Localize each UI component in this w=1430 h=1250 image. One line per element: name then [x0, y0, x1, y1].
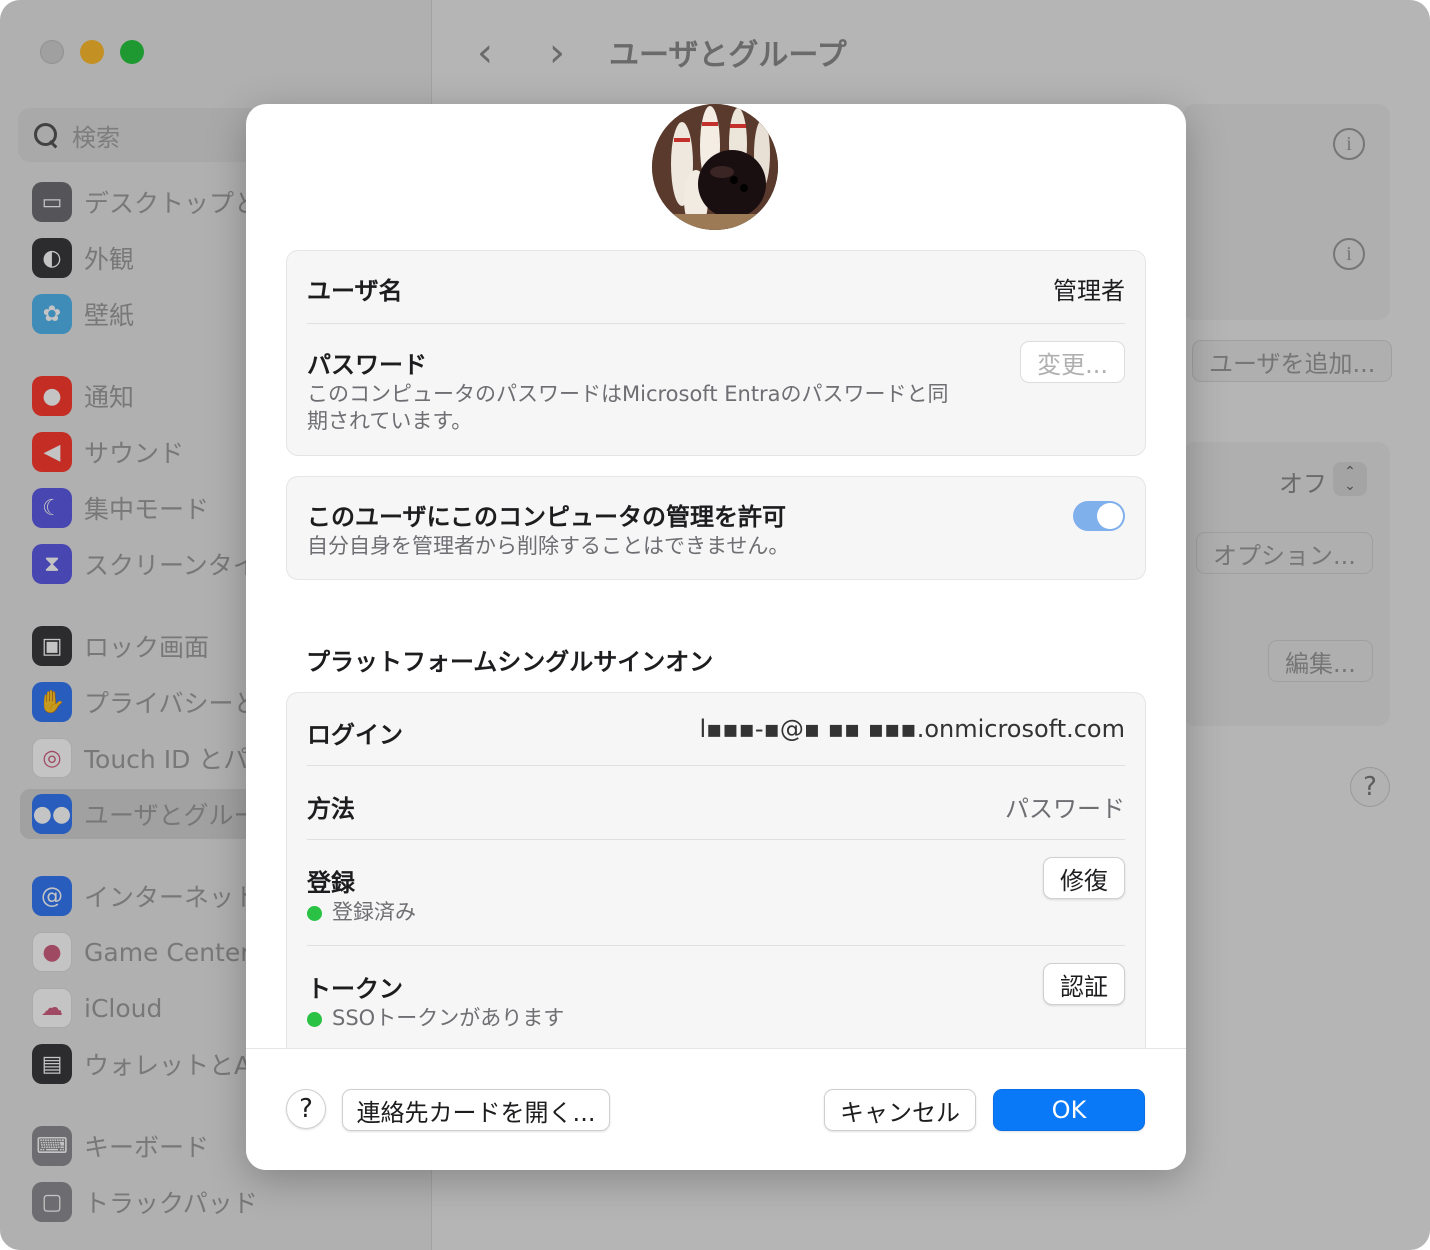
token-status: SSOトークンがあります: [307, 1005, 564, 1032]
user-avatar[interactable]: [652, 104, 778, 230]
cancel-button[interactable]: キャンセル: [824, 1089, 976, 1131]
bowling-picture: [652, 104, 778, 230]
ok-button[interactable]: OK: [993, 1089, 1145, 1131]
divider: [307, 945, 1125, 946]
method-value: パスワード: [1005, 795, 1125, 823]
authenticate-button[interactable]: 認証: [1043, 963, 1125, 1005]
settings-window: 検索 ▭ デスクトップと ◐ 外観 ✿ 壁紙 ● 通知 ◀ サウンド ☾ 集中モード ⧗ スクリーンタイ ▣…: [0, 0, 1430, 1250]
divider: [307, 323, 1125, 324]
repair-button[interactable]: 修復: [1043, 857, 1125, 899]
toggle-knob: [1097, 503, 1123, 529]
token-label: トークン: [307, 975, 403, 1003]
registration-status-text: 登録済み: [332, 900, 416, 924]
admin-card: このユーザにこのコンピュータの管理を許可 自分自身を管理者から削除することはでき…: [286, 476, 1146, 580]
login-value: l▪▪▪-▪@▪ ▪▪ ▪▪▪.onmicrosoft.com: [699, 715, 1125, 743]
open-contact-card-button[interactable]: 連絡先カードを開く...: [342, 1089, 610, 1131]
status-dot-icon: [307, 905, 322, 921]
psso-card: ログイン l▪▪▪-▪@▪ ▪▪ ▪▪▪.onmicrosoft.com 方法 …: [286, 692, 1146, 1072]
password-sync-note: このコンピュータのパスワードはMicrosoft Entraのパスワードと同期さ…: [307, 382, 949, 434]
registration-status: 登録済み: [307, 899, 416, 926]
sheet-footer: ? 連絡先カードを開く... キャンセル OK: [246, 1048, 1186, 1170]
password-label: パスワード: [307, 351, 427, 379]
divider: [307, 839, 1125, 840]
status-dot-icon: [307, 1011, 322, 1027]
token-status-text: SSOトークンがあります: [332, 1006, 565, 1030]
admin-note: 自分自身を管理者から削除することはできません。: [307, 534, 790, 558]
allow-admin-toggle[interactable]: [1073, 501, 1125, 531]
user-details-sheet: ユーザ名 管理者 パスワード 変更... このコンピュータのパスワードはMicr…: [246, 104, 1186, 1170]
help-button[interactable]: ?: [286, 1089, 326, 1129]
username-value: 管理者: [1053, 277, 1125, 305]
divider: [307, 765, 1125, 766]
change-password-button[interactable]: 変更...: [1020, 341, 1125, 383]
login-label: ログイン: [307, 721, 403, 749]
username-label: ユーザ名: [307, 277, 403, 305]
account-card: ユーザ名 管理者 パスワード 変更... このコンピュータのパスワードはMicr…: [286, 250, 1146, 456]
allow-admin-label: このユーザにこのコンピュータの管理を許可: [307, 503, 787, 531]
psso-section-title: プラットフォームシングルサインオン: [306, 648, 714, 676]
method-label: 方法: [307, 795, 355, 823]
registration-label: 登録: [307, 869, 355, 897]
